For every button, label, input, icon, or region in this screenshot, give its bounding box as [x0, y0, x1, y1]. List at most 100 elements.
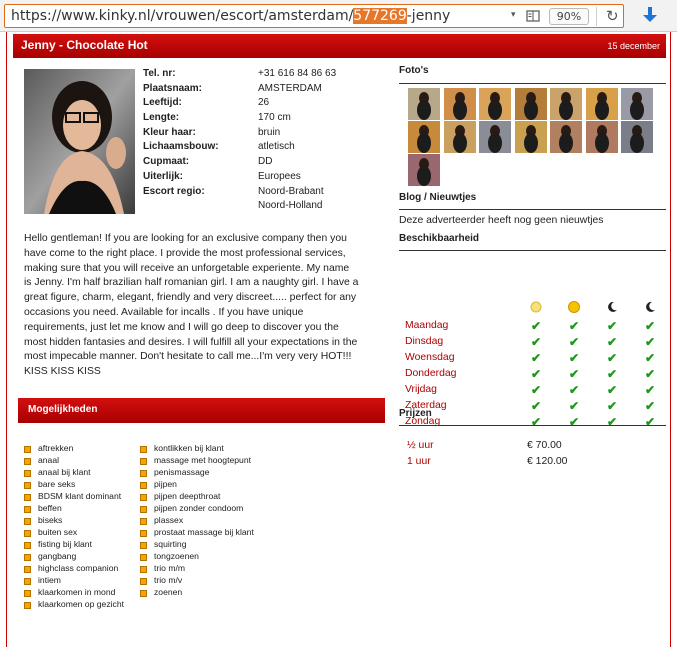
photo-thumbnail[interactable] [443, 88, 476, 120]
service-item: klaarkomen op gezicht [24, 599, 124, 611]
service-item: massage met hoogtepunt [140, 455, 254, 467]
profile-value: 26 [258, 97, 270, 109]
service-item: klaarkomen in mond [24, 587, 124, 599]
check-icon: ✔ [607, 383, 618, 397]
browser-toolbar: https://www.kinky.nl/vrouwen/escort/amst… [0, 0, 677, 32]
photo-thumbnail[interactable] [621, 88, 653, 120]
bullet-icon [140, 530, 147, 537]
download-icon[interactable] [640, 5, 660, 25]
photo-thumbnail[interactable] [550, 121, 582, 153]
check-icon: ✔ [645, 335, 656, 349]
service-item: squirting [140, 539, 254, 551]
photos-heading: Foto's [399, 65, 429, 76]
service-label: buiten sex [38, 527, 78, 537]
profile-key: Cupmaat: [143, 156, 190, 168]
check-icon: ✔ [645, 415, 656, 429]
bullet-icon [140, 590, 147, 597]
service-label: biseks [38, 515, 63, 525]
service-label: fisting bij klant [38, 539, 92, 549]
url-text[interactable]: https://www.kinky.nl/vrouwen/escort/amst… [11, 8, 450, 24]
service-label: plassex [154, 515, 184, 525]
afternoon-sun-icon [568, 301, 580, 313]
bullet-icon [140, 578, 147, 585]
service-label: kontlikken bij klant [154, 443, 224, 453]
bullet-icon [24, 446, 31, 453]
divider [399, 425, 666, 426]
service-item: zoenen [140, 587, 254, 599]
url-dropdown-icon[interactable]: ▾ [511, 10, 516, 20]
service-item: fisting bij klant [24, 539, 124, 551]
profile-value: +31 616 84 86 63 [258, 68, 337, 79]
day-label: Donderdag [405, 368, 457, 379]
bullet-icon [24, 494, 31, 501]
service-item: plassex [140, 515, 254, 527]
service-label: beffen [38, 503, 62, 513]
check-icon: ✔ [569, 415, 580, 429]
bullet-icon [24, 458, 31, 465]
price-amount: € 70.00 [527, 440, 562, 451]
profile-value: atletisch [258, 141, 295, 153]
profile-value: Noord-Brabant [258, 185, 324, 197]
price-duration: 1 uur [407, 456, 431, 467]
check-icon: ✔ [531, 367, 542, 381]
check-icon: ✔ [531, 351, 542, 365]
photo-thumbnail[interactable] [514, 121, 547, 153]
profile-key: Tel. nr: [143, 68, 176, 79]
bullet-icon [24, 518, 31, 525]
photo-thumbnail[interactable] [479, 121, 511, 153]
check-icon: ✔ [569, 335, 580, 349]
reload-icon[interactable]: ↻ [606, 7, 619, 25]
bullet-icon [24, 554, 31, 561]
morning-sun-icon [530, 301, 542, 313]
reader-view-icon[interactable] [526, 9, 540, 23]
photo-thumbnail[interactable] [479, 88, 511, 120]
photo-thumbnail[interactable] [585, 88, 618, 120]
photo-thumbnail[interactable] [408, 88, 440, 120]
check-icon: ✔ [531, 415, 542, 429]
photo-thumbnail[interactable] [514, 88, 547, 120]
photo-thumbnail[interactable] [408, 154, 440, 186]
photo-thumbnail[interactable] [585, 121, 618, 153]
check-icon: ✔ [645, 383, 656, 397]
profile-value: bruin [258, 126, 281, 138]
divider [399, 209, 666, 210]
services-header: Mogelijkheden [18, 398, 385, 423]
service-item: bare seks [24, 479, 124, 491]
night-moon-icon [646, 301, 655, 312]
check-icon: ✔ [531, 383, 542, 397]
check-icon: ✔ [607, 335, 618, 349]
check-icon: ✔ [569, 319, 580, 333]
profile-key: Leeftijd: [143, 97, 182, 109]
page-content: Jenny - Chocolate Hot 15 december Tel. n… [6, 32, 671, 647]
photo-thumbnail[interactable] [408, 121, 440, 153]
check-icon: ✔ [645, 351, 656, 365]
photo-thumbnail[interactable] [443, 121, 476, 153]
price-duration: ½ uur [407, 440, 434, 451]
profile-photo[interactable] [24, 69, 135, 214]
post-date: 15 december [607, 41, 660, 51]
profile-value: Noord-Holland [258, 200, 323, 212]
service-item: aftrekken [24, 443, 124, 455]
service-item: highclass companion [24, 563, 124, 575]
bullet-icon [140, 482, 147, 489]
url-bar[interactable]: https://www.kinky.nl/vrouwen/escort/amst… [4, 4, 624, 28]
zoom-indicator[interactable]: 90% [549, 8, 589, 25]
profile-value: Europees [258, 170, 301, 182]
service-label: BDSM klant dominant [38, 491, 122, 501]
services-list-1: aftrekken anaal anaal bij klant bare seks BD… [24, 443, 124, 611]
check-icon: ✔ [645, 399, 656, 413]
service-label: aftrekken [38, 443, 74, 453]
bullet-icon [140, 494, 147, 501]
profile-title-bar: Jenny - Chocolate Hot 15 december [13, 34, 666, 58]
service-item: buiten sex [24, 527, 124, 539]
photo-thumbnail[interactable] [621, 121, 653, 153]
bullet-icon [140, 566, 147, 573]
check-icon: ✔ [531, 319, 542, 333]
photo-thumbnail[interactable] [550, 88, 582, 120]
service-label: anaal bij klant [38, 467, 91, 477]
check-icon: ✔ [607, 351, 618, 365]
service-label: anaal [38, 455, 60, 465]
profile-key: Uiterlijk: [143, 170, 184, 182]
service-label: massage met hoogtepunt [154, 455, 251, 465]
service-label: pijpen [154, 479, 177, 489]
